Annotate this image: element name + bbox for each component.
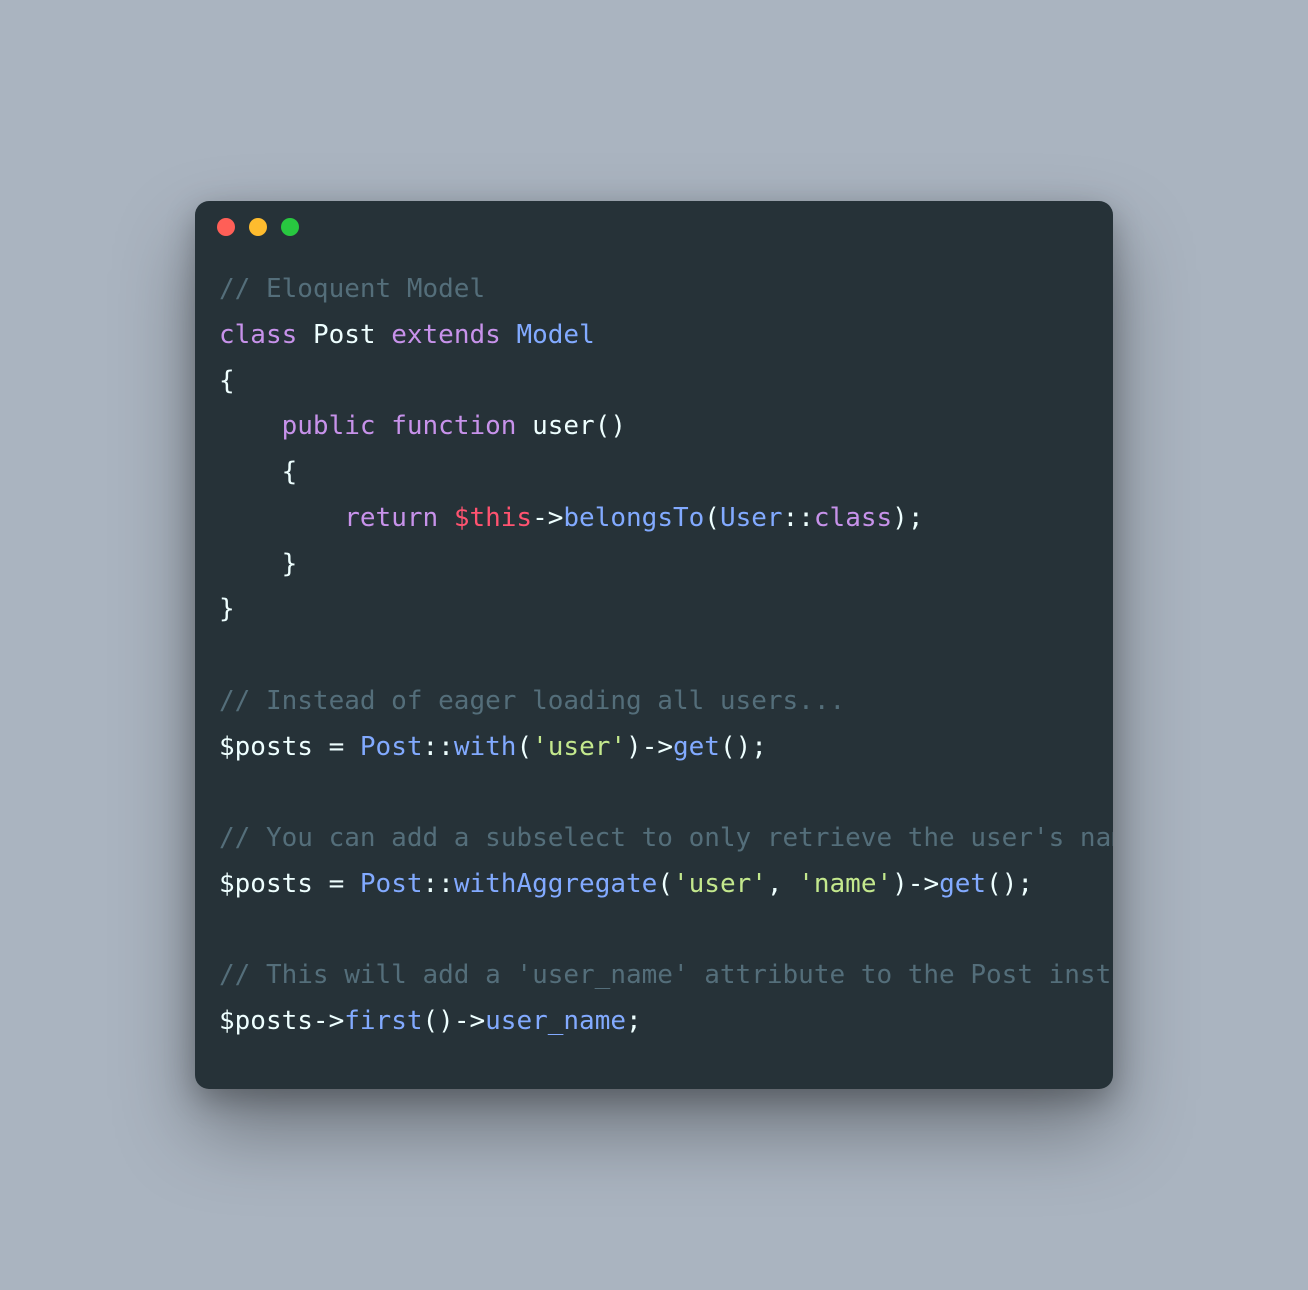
this-var: $this [454,503,532,533]
prop-user-name: user_name [485,1006,626,1036]
class-name-model: Model [516,320,594,350]
code-window: // Eloquent Model class Post extends Mod… [195,201,1113,1089]
code-block: // Eloquent Model class Post extends Mod… [195,253,1113,1089]
method-first: first [344,1006,422,1036]
keyword-return: return [344,503,438,533]
class-post: Post [360,869,423,899]
brace-open: { [219,366,235,396]
method-get: get [939,869,986,899]
double-colon: :: [423,732,454,762]
method-belongsTo: belongsTo [563,503,704,533]
arrow: -> [454,1006,485,1036]
keyword-extends: extends [391,320,501,350]
minimize-icon[interactable] [249,218,267,236]
equals: = [313,869,360,899]
brace-close: } [282,549,298,579]
paren-close-semi: ); [892,503,923,533]
paren-open: ( [516,732,532,762]
window-titlebar [195,201,1113,253]
brace-close: } [219,594,235,624]
indent [219,503,344,533]
arrow: -> [313,1006,344,1036]
maximize-icon[interactable] [281,218,299,236]
class-name-post: Post [313,320,376,350]
method-withAggregate: withAggregate [454,869,658,899]
equals: = [313,732,360,762]
parens-semi: (); [986,869,1033,899]
method-with: with [454,732,517,762]
comma: , [767,869,798,899]
string-user: 'user' [532,732,626,762]
parens-semi: (); [720,732,767,762]
double-colon: :: [783,503,814,533]
comment: // You can add a subselect to only retri… [219,823,1113,853]
var-posts: $posts [219,732,313,762]
indent [219,411,282,441]
close-icon[interactable] [217,218,235,236]
double-colon: :: [423,869,454,899]
string-user: 'user' [673,869,767,899]
indent [219,549,282,579]
comment: // Eloquent Model [219,274,485,304]
keyword-class: class [219,320,297,350]
indent [219,457,282,487]
comment: // Instead of eager loading all users... [219,686,845,716]
arrow: -> [908,869,939,899]
parens: () [423,1006,454,1036]
arrow: -> [532,503,563,533]
brace-open: { [282,457,298,487]
paren-close: ) [892,869,908,899]
parens: () [595,411,626,441]
var-posts: $posts [219,1006,313,1036]
method-get: get [673,732,720,762]
paren-open: ( [657,869,673,899]
keyword-function: function [391,411,516,441]
string-name: 'name' [798,869,892,899]
arrow: -> [642,732,673,762]
semicolon: ; [626,1006,642,1036]
function-name-user: user [532,411,595,441]
var-posts: $posts [219,869,313,899]
keyword-class-const: class [814,503,892,533]
class-post: Post [360,732,423,762]
keyword-public: public [282,411,376,441]
paren-close: ) [626,732,642,762]
class-name-user: User [720,503,783,533]
comment: // This will add a 'user_name' attribute… [219,960,1113,990]
paren-open: ( [704,503,720,533]
